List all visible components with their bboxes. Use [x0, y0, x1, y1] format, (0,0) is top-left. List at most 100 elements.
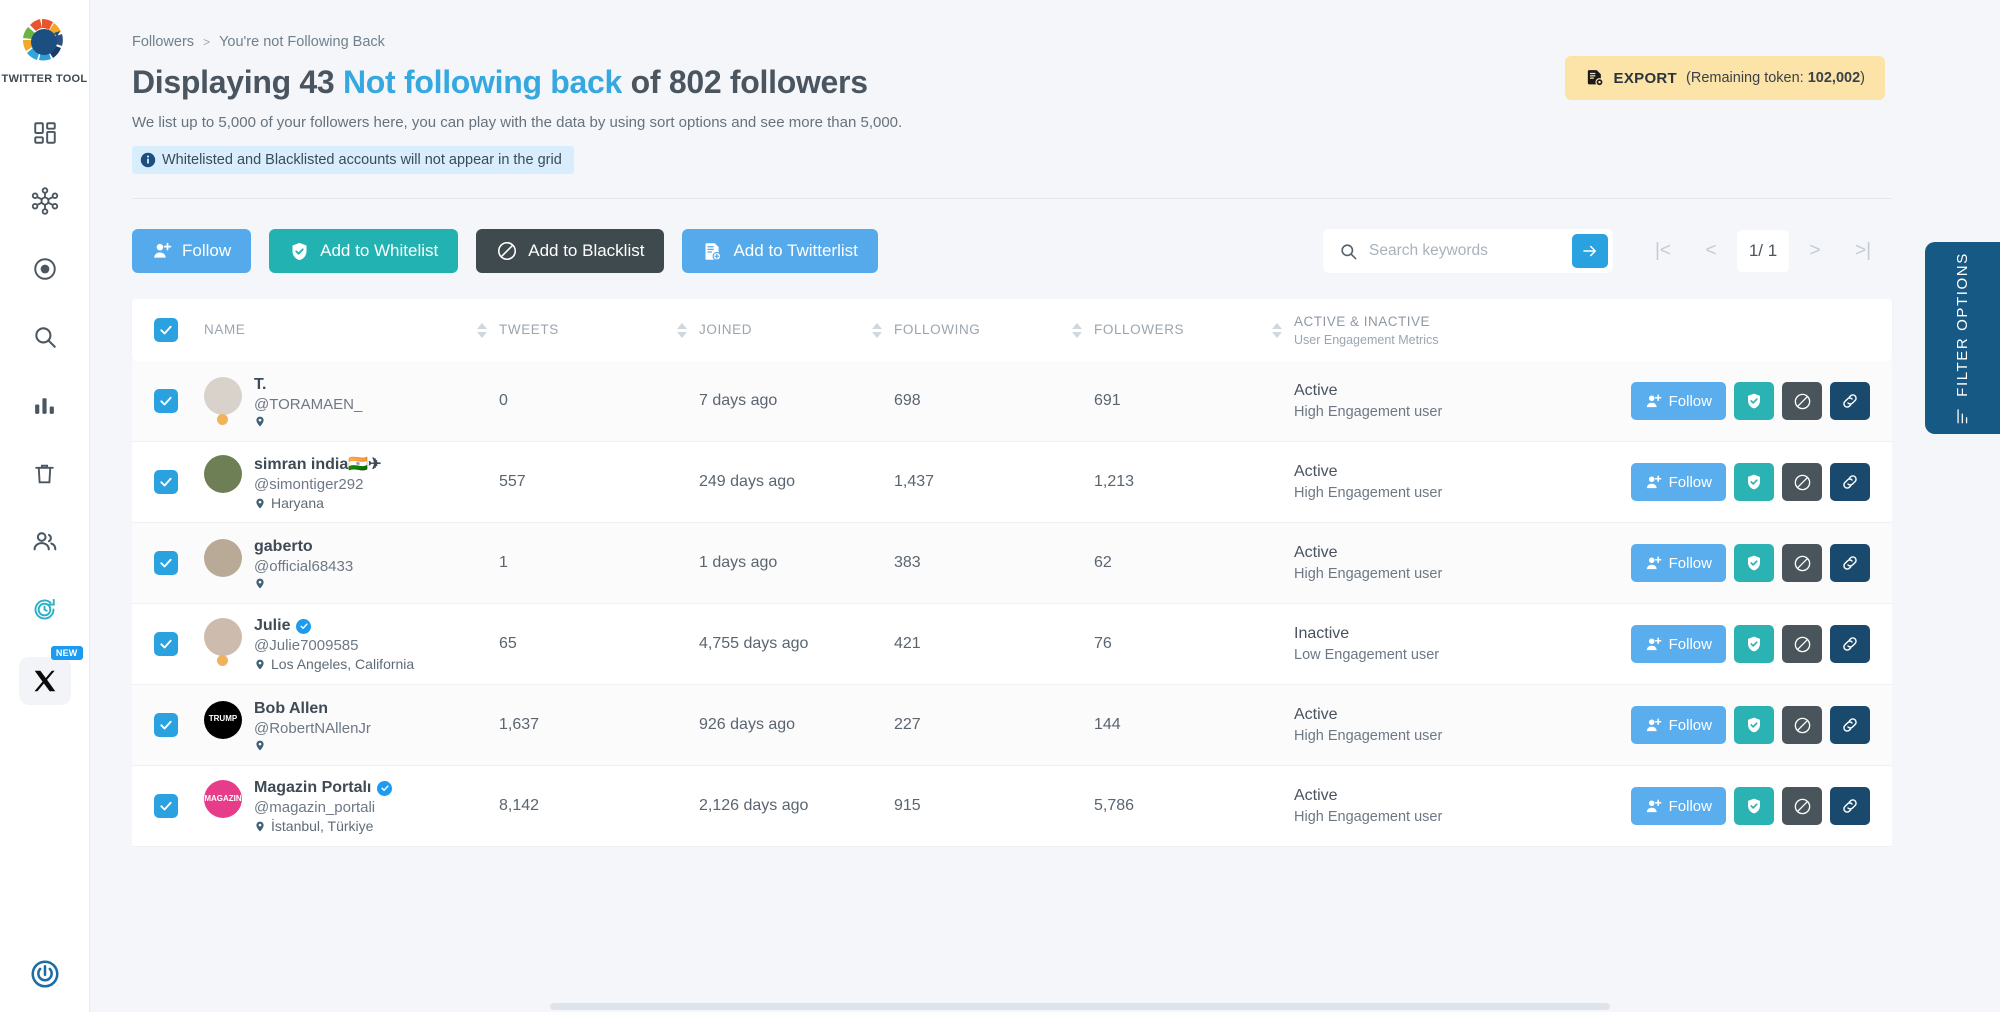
sidebar-item-users[interactable]: [21, 521, 69, 561]
sort-asc-icon[interactable]: [477, 323, 487, 329]
row-follow-button[interactable]: Follow: [1631, 625, 1726, 663]
row-whitelist-button[interactable]: [1734, 463, 1774, 501]
app-logo[interactable]: TWITTER TOOL: [2, 16, 88, 85]
row-checkbox[interactable]: [154, 632, 178, 656]
row-checkbox[interactable]: [154, 794, 178, 818]
header-tweets[interactable]: TWEETS: [499, 321, 664, 339]
sort-asc-icon[interactable]: [677, 323, 687, 329]
sort-followers[interactable]: [1259, 323, 1294, 338]
header-followers[interactable]: FOLLOWERS: [1094, 321, 1259, 339]
avatar[interactable]: [204, 618, 242, 656]
pagination-prev-button[interactable]: <: [1689, 231, 1733, 271]
select-all-checkbox[interactable]: [154, 318, 178, 342]
row-checkbox[interactable]: [154, 389, 178, 413]
sort-asc-icon[interactable]: [1072, 323, 1082, 329]
export-button[interactable]: EXPORT (Remaining token: 102,002): [1565, 56, 1885, 100]
sort-name[interactable]: [464, 323, 499, 338]
row-whitelist-button[interactable]: [1734, 706, 1774, 744]
row-follow-button[interactable]: Follow: [1631, 787, 1726, 825]
sort-desc-icon[interactable]: [1272, 332, 1282, 338]
sort-desc-icon[interactable]: [477, 332, 487, 338]
row-link-button[interactable]: [1830, 787, 1870, 825]
sidebar-item-network[interactable]: [21, 181, 69, 221]
sort-desc-icon[interactable]: [677, 332, 687, 338]
row-checkbox[interactable]: [154, 551, 178, 575]
sidebar-item-target[interactable]: [21, 249, 69, 289]
row-link-button[interactable]: [1830, 706, 1870, 744]
add-to-whitelist-button[interactable]: Add to Whitelist: [269, 229, 458, 273]
sort-desc-icon[interactable]: [872, 332, 882, 338]
sidebar-item-trash[interactable]: [21, 453, 69, 493]
user-display-name[interactable]: T.: [254, 376, 362, 394]
sidebar-item-x-platform[interactable]: NEW: [19, 657, 71, 705]
user-handle[interactable]: @RobertNAllenJr: [254, 720, 371, 737]
user-cell: Julie @Julie7009585 Los Angeles, Califor…: [204, 616, 464, 672]
row-whitelist-button[interactable]: [1734, 625, 1774, 663]
row-blacklist-button[interactable]: [1782, 787, 1822, 825]
breadcrumb-root[interactable]: Followers: [132, 34, 194, 50]
row-checkbox[interactable]: [154, 713, 178, 737]
avatar[interactable]: TRUMP: [204, 701, 242, 739]
row-link-button[interactable]: [1830, 382, 1870, 420]
header-following[interactable]: FOLLOWING: [894, 321, 1059, 339]
sidebar-item-search[interactable]: [21, 317, 69, 357]
add-to-twitterlist-button[interactable]: Add to Twitterlist: [682, 229, 877, 273]
link-icon: [1841, 716, 1859, 734]
user-handle[interactable]: @magazin_portali: [254, 799, 392, 816]
user-display-name[interactable]: gaberto: [254, 538, 353, 556]
avatar[interactable]: [204, 377, 242, 415]
add-to-blacklist-button[interactable]: Add to Blacklist: [476, 229, 664, 273]
user-display-name[interactable]: simran india🇮🇳✈: [254, 454, 382, 474]
row-blacklist-button[interactable]: [1782, 463, 1822, 501]
user-location: [254, 739, 371, 752]
power-button[interactable]: [0, 958, 89, 990]
user-handle[interactable]: @Julie7009585: [254, 637, 414, 654]
sidebar-item-history[interactable]: [21, 589, 69, 629]
row-follow-button[interactable]: Follow: [1631, 463, 1726, 501]
sort-asc-icon[interactable]: [872, 323, 882, 329]
row-follow-button[interactable]: Follow: [1631, 544, 1726, 582]
follow-button[interactable]: Follow: [132, 229, 251, 273]
row-select-cell: [154, 470, 204, 494]
user-handle[interactable]: @TORAMAEN_: [254, 396, 362, 413]
filter-options-tab[interactable]: FILTER OPTIONS: [1925, 242, 2000, 434]
pagination-last-button[interactable]: >|: [1841, 231, 1885, 271]
avatar[interactable]: [204, 539, 242, 577]
avatar[interactable]: MAGAZIN: [204, 780, 242, 818]
row-select-cell: [154, 632, 204, 656]
sort-asc-icon[interactable]: [1272, 323, 1282, 329]
row-blacklist-button[interactable]: [1782, 544, 1822, 582]
row-link-button[interactable]: [1830, 544, 1870, 582]
row-whitelist-button[interactable]: [1734, 382, 1774, 420]
pagination-first-button[interactable]: |<: [1641, 231, 1685, 271]
user-handle[interactable]: @simontiger292: [254, 476, 382, 493]
sort-desc-icon[interactable]: [1072, 332, 1082, 338]
row-link-button[interactable]: [1830, 625, 1870, 663]
row-blacklist-button[interactable]: [1782, 625, 1822, 663]
row-blacklist-button[interactable]: [1782, 382, 1822, 420]
status-dot: [217, 655, 228, 666]
user-display-name[interactable]: Julie: [254, 617, 414, 635]
horizontal-scrollbar[interactable]: [550, 1003, 1610, 1010]
search-input[interactable]: [1369, 242, 1537, 260]
row-whitelist-button[interactable]: [1734, 544, 1774, 582]
header-name[interactable]: NAME: [204, 321, 464, 339]
sidebar-item-analytics[interactable]: [21, 385, 69, 425]
user-display-name[interactable]: Bob Allen: [254, 700, 371, 718]
row-link-button[interactable]: [1830, 463, 1870, 501]
sidebar-item-dashboard[interactable]: [21, 113, 69, 153]
user-handle[interactable]: @official68433: [254, 558, 353, 575]
avatar[interactable]: [204, 455, 242, 493]
user-display-name[interactable]: Magazin Portalı: [254, 779, 392, 797]
row-blacklist-button[interactable]: [1782, 706, 1822, 744]
row-follow-button[interactable]: Follow: [1631, 706, 1726, 744]
sort-following[interactable]: [1059, 323, 1094, 338]
search-submit-button[interactable]: [1572, 234, 1608, 268]
pagination-next-button[interactable]: >: [1793, 231, 1837, 271]
sort-joined[interactable]: [859, 323, 894, 338]
sort-tweets[interactable]: [664, 323, 699, 338]
row-whitelist-button[interactable]: [1734, 787, 1774, 825]
row-checkbox[interactable]: [154, 470, 178, 494]
row-follow-button[interactable]: Follow: [1631, 382, 1726, 420]
header-joined[interactable]: JOINED: [699, 321, 859, 339]
